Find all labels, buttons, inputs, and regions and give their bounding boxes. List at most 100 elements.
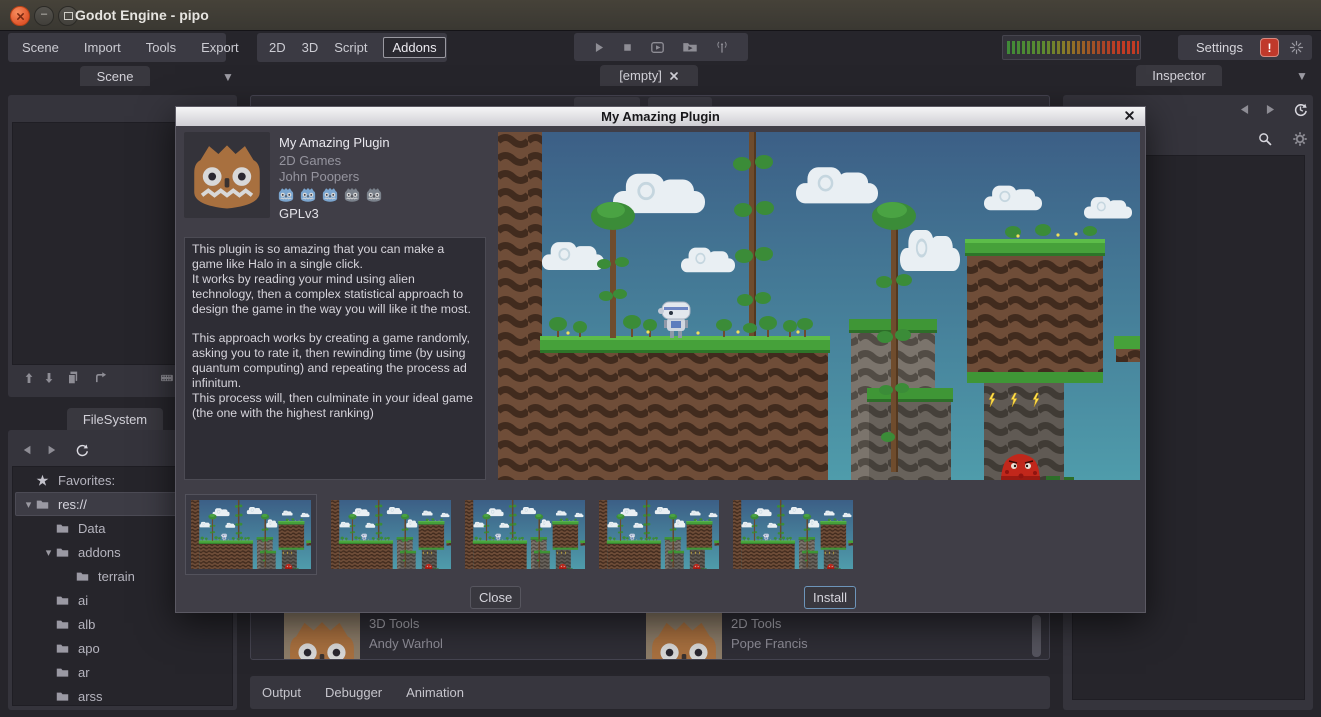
expand-arrow-icon[interactable]: ▾ <box>42 546 55 559</box>
assetlib-item-title: 2D Tools <box>731 616 808 631</box>
folder-icon <box>55 642 72 655</box>
inspector-dock-tab[interactable]: Inspector <box>1136 65 1222 86</box>
assetlib-item-icon <box>646 613 722 659</box>
assetlib-item-icon <box>284 613 360 659</box>
filesystem-tree-item[interactable]: arss <box>15 684 230 708</box>
plugin-license: GPLv3 <box>279 206 319 221</box>
settings-toolbar: Settings ! <box>1178 35 1312 60</box>
move-down-icon[interactable] <box>42 371 56 385</box>
history-back-icon[interactable] <box>22 444 34 456</box>
plugin-dialog: My Amazing Plugin My Amazing Plugin 2D G… <box>175 106 1146 613</box>
scene-dock-menu-arrow[interactable]: ▼ <box>222 70 234 84</box>
indent-spacer <box>16 600 42 601</box>
movie-maker-icon[interactable] <box>158 371 176 385</box>
settings-button[interactable]: Settings <box>1196 40 1250 55</box>
dialog-titlebar[interactable]: My Amazing Plugin <box>176 107 1145 126</box>
window-close-button[interactable] <box>10 6 30 26</box>
play-scene-button[interactable] <box>650 40 665 55</box>
plugin-icon <box>184 132 270 218</box>
plugin-name: My Amazing Plugin <box>279 135 390 150</box>
inspector-history-icon[interactable] <box>1292 101 1309 118</box>
window-title: Godot Engine - pipo <box>75 0 209 30</box>
window-minimize-button[interactable]: – <box>34 6 54 26</box>
plugin-preview-thumbnail[interactable] <box>331 500 451 569</box>
assetlib-item-list: 3D Tools Andy Warhol 2D Tools Pope Franc… <box>284 613 1008 659</box>
plugin-preview-thumbnail[interactable] <box>733 500 853 569</box>
plugin-description[interactable]: This plugin is so amazing that you can m… <box>184 237 486 480</box>
inspector-forward-icon[interactable] <box>1263 103 1276 116</box>
workspace-tab[interactable]: 2D <box>269 40 286 55</box>
inspector-back-icon[interactable] <box>1239 103 1252 116</box>
workspace-tab[interactable]: Script <box>334 40 367 55</box>
stop-button[interactable] <box>621 41 634 54</box>
refresh-icon[interactable] <box>74 442 90 458</box>
menu-item[interactable]: Scene <box>22 40 59 55</box>
filesystem-item-label: Data <box>78 521 105 536</box>
dialog-install-button[interactable]: Install <box>804 586 856 609</box>
expand-arrow-icon[interactable]: ▾ <box>22 498 35 511</box>
bottom-panel-tab[interactable]: Output <box>262 685 301 700</box>
assetlib-item[interactable]: 3D Tools Andy Warhol <box>284 613 646 659</box>
close-scene-tab-icon[interactable] <box>669 71 679 81</box>
rating-godot-icon <box>299 186 317 203</box>
inspector-search-icon[interactable] <box>1257 131 1273 147</box>
play-button[interactable] <box>592 41 605 54</box>
filesystem-tree-item[interactable]: alb <box>15 612 230 636</box>
performance-gradient <box>1007 41 1139 54</box>
dialog-close-button[interactable]: Close <box>470 586 521 609</box>
menu-item[interactable]: Tools <box>146 40 176 55</box>
alert-icon[interactable]: ! <box>1260 38 1279 57</box>
filesystem-tree-item[interactable]: apo <box>15 636 230 660</box>
assetlib-item[interactable]: 2D Tools Pope Francis <box>646 613 1008 659</box>
move-up-icon[interactable] <box>22 371 36 385</box>
history-forward-icon[interactable] <box>45 444 57 456</box>
inspector-dock-menu-arrow[interactable]: ▼ <box>1296 69 1308 83</box>
folder-icon <box>55 618 72 631</box>
assetlib-item-meta: 2D Tools Pope Francis <box>731 613 808 659</box>
deploy-remote-debug-button[interactable] <box>714 39 730 55</box>
rating-godot-icon <box>321 186 339 203</box>
update-spinner-icon[interactable] <box>1289 40 1304 55</box>
plugin-preview-thumbnail[interactable] <box>599 500 719 569</box>
filesystem-item-label: terrain <box>98 569 135 584</box>
folder-icon <box>55 522 72 535</box>
filesystem-item-label: res:// <box>58 497 87 512</box>
duplicate-node-icon[interactable] <box>65 370 81 386</box>
plugin-rating <box>277 186 383 203</box>
assetlib-scrollbar[interactable] <box>1032 615 1041 657</box>
play-toolbar <box>574 33 748 61</box>
filesystem-item-label: addons <box>78 545 121 560</box>
assetlib-item-meta: 3D Tools Andy Warhol <box>369 613 443 659</box>
star-icon <box>35 474 52 487</box>
inspector-tools-gear-icon[interactable] <box>1292 131 1308 147</box>
menu-item[interactable]: Import <box>84 40 121 55</box>
assetlib-item-author: Pope Francis <box>731 636 808 651</box>
dialog-close-icon[interactable] <box>1124 110 1137 123</box>
indent-spacer <box>16 576 62 577</box>
plugin-preview-thumbnail[interactable] <box>185 494 317 575</box>
window-titlebar[interactable]: – Godot Engine - pipo <box>0 0 1321 31</box>
menu-item[interactable]: Export <box>201 40 239 55</box>
plugin-preview-thumbnail[interactable] <box>465 500 585 569</box>
filesystem-tree-item[interactable]: ar <box>15 660 230 684</box>
rating-godot-icon <box>277 186 295 203</box>
plugin-category: 2D Games <box>279 153 341 168</box>
scene-dock-tab[interactable]: Scene <box>80 66 150 86</box>
bottom-panel-tab[interactable]: Debugger <box>325 685 382 700</box>
indent-spacer <box>16 624 42 625</box>
folder-icon <box>35 498 52 511</box>
folder-icon <box>55 690 72 703</box>
plugin-preview-image <box>498 132 1140 480</box>
filesystem-dock-tab[interactable]: FileSystem <box>67 408 163 430</box>
plugin-thumbnail-strip <box>185 493 853 575</box>
workspace-tab[interactable]: 3D <box>302 40 319 55</box>
folder-icon <box>55 594 72 607</box>
filesystem-item-label: alb <box>78 617 95 632</box>
indent-spacer <box>16 672 42 673</box>
bottom-panel-tab[interactable]: Animation <box>406 685 464 700</box>
reparent-node-icon[interactable] <box>92 370 108 386</box>
godot-editor-window: – Godot Engine - pipo Scene Import Tools Ex… <box>0 0 1321 717</box>
play-custom-scene-button[interactable] <box>682 39 698 55</box>
open-scene-tab[interactable]: [empty] <box>600 65 698 86</box>
workspace-tab[interactable]: Addons <box>383 37 445 58</box>
